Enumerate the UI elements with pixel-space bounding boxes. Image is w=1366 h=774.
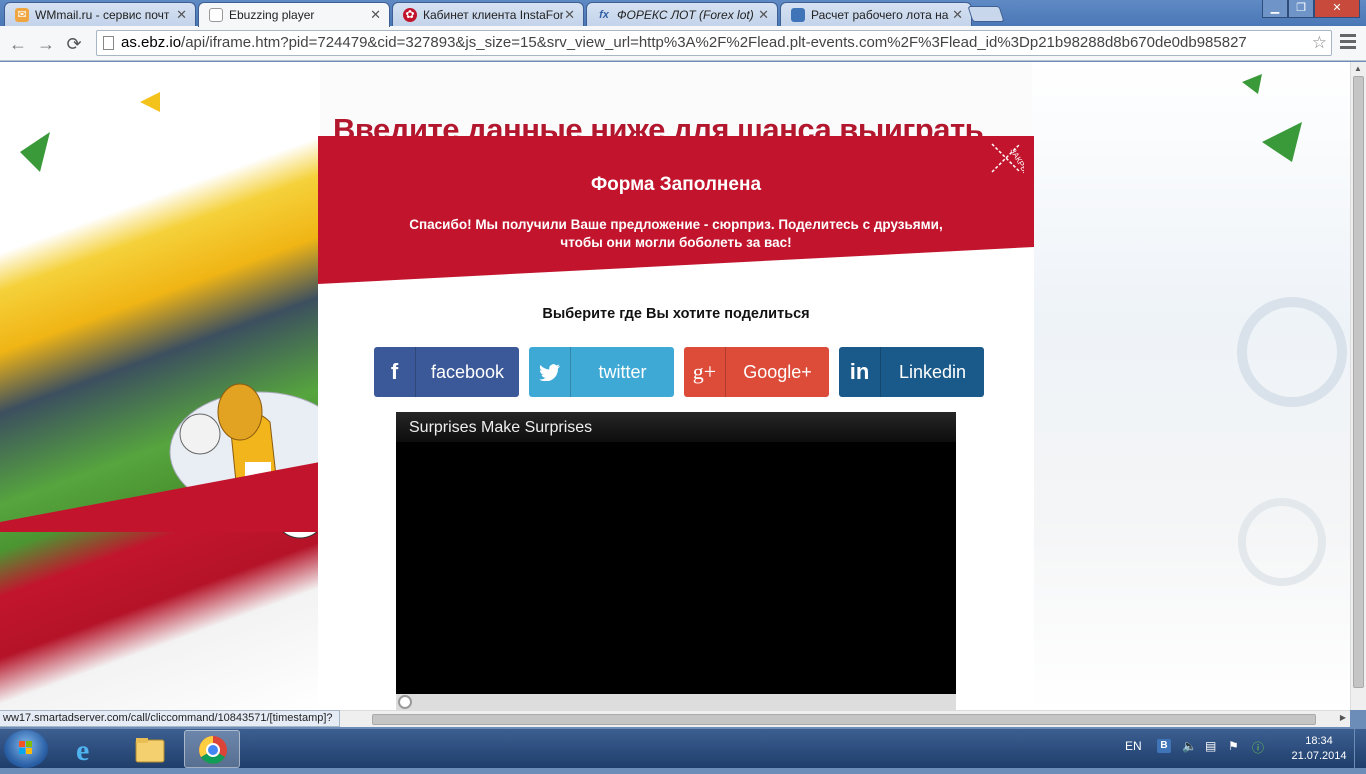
explorer-taskbar-button[interactable] — [122, 730, 178, 768]
folder-icon — [135, 738, 165, 763]
close-window-button[interactable]: ✕ — [1314, 0, 1360, 18]
doc-icon — [791, 8, 805, 22]
back-icon[interactable]: ← — [8, 34, 28, 55]
action-center-icon[interactable]: ⚑ — [1228, 739, 1239, 753]
form-message-line2: чтобы они могли боболеть за вас! — [560, 235, 792, 250]
tab-instaforex[interactable]: ✿ Кабинет клиента InstaFor ✕ — [392, 2, 584, 26]
chrome-icon — [199, 736, 227, 764]
success-banner: Форма Заполнена Спасибо! Мы получили Ваш… — [318, 136, 1034, 284]
form-title: Форма Заполнена — [590, 174, 762, 195]
close-tab-icon[interactable]: ✕ — [564, 7, 575, 23]
maximize-button[interactable]: ❐ — [1288, 0, 1314, 18]
facebook-label: facebook — [430, 362, 505, 382]
close-button[interactable]: ЗАКРЫТЬ — [988, 140, 1035, 183]
google-plus-icon: g+ — [684, 347, 726, 397]
close-tab-icon[interactable]: ✕ — [952, 7, 963, 23]
linkedin-label: Linkedin — [898, 362, 967, 382]
network-icon[interactable]: ▤ — [1205, 739, 1216, 753]
internet-explorer-taskbar-button[interactable]: e — [62, 730, 118, 768]
twitter-label: twitter — [598, 362, 647, 382]
bookmark-star-icon[interactable]: ☆ — [1312, 31, 1327, 55]
chrome-taskbar-button[interactable] — [184, 730, 240, 768]
close-tab-icon[interactable]: ✕ — [370, 7, 381, 23]
linkedin-icon: in — [839, 347, 881, 397]
internet-explorer-icon: e — [76, 734, 89, 767]
tab-label: ФОРЕКС ЛОТ (Forex lot) — [617, 8, 754, 22]
minimize-button[interactable]: ▁ — [1262, 0, 1288, 18]
world-cup-background-right — [1032, 62, 1350, 710]
close-icon: ЗАКРЫТЬ — [991, 143, 1035, 183]
facebook-share-button[interactable]: f facebook — [374, 347, 519, 397]
tab-lot-calc[interactable]: Расчет рабочего лота на ✕ — [780, 2, 972, 26]
video-seek-handle[interactable] — [398, 695, 412, 709]
tab-ebuzzing[interactable]: Ebuzzing player ✕ — [198, 2, 390, 27]
close-label: ЗАКРЫТЬ — [1008, 147, 1024, 177]
world-cup-background-left — [0, 62, 351, 710]
show-desktop-button[interactable] — [1354, 729, 1366, 769]
wmmail-icon: ✉ — [15, 8, 29, 22]
page-viewport: Введите данные ниже для шанса выиграть Ф… — [0, 62, 1350, 710]
google-plus-share-button[interactable]: g+ Google+ — [684, 347, 829, 397]
clock-time: 18:34 — [1305, 735, 1333, 747]
status-bubble: ww17.smartadserver.com/call/cliccommand/… — [0, 710, 340, 727]
tab-label: Кабинет клиента InstaFor — [423, 8, 563, 22]
tab-forex-lot[interactable]: fx ФОРЕКС ЛОТ (Forex lot) ✕ — [586, 2, 778, 26]
address-bar[interactable]: as.ebz.io/api/iframe.htm?pid=724479&cid=… — [96, 30, 1332, 56]
instaforex-icon: ✿ — [403, 8, 417, 22]
share-title: Выберите где Вы хотите поделиться — [542, 306, 810, 322]
page-icon — [103, 36, 114, 50]
video-progress-bar[interactable] — [396, 694, 956, 710]
forward-icon[interactable]: → — [36, 34, 56, 55]
vertical-scrollbar[interactable]: ▲ — [1350, 62, 1366, 710]
page-icon — [209, 8, 223, 22]
language-indicator[interactable]: EN — [1125, 739, 1142, 753]
url-host: as.ebz.io — [121, 34, 182, 51]
stadium-decoration-illustration — [1237, 74, 1347, 586]
tab-wmmail[interactable]: ✉ WMmail.ru - сервис почт ✕ — [4, 2, 196, 26]
horizontal-scroll-thumb[interactable] — [372, 714, 1316, 725]
start-button[interactable] — [4, 730, 48, 768]
tab-strip: ✉ WMmail.ru - сервис почт ✕ Ebuzzing pla… — [0, 0, 1366, 27]
new-tab-button[interactable] — [967, 6, 1005, 22]
tab-label: Расчет рабочего лота на — [811, 8, 949, 22]
tab-label: WMmail.ru - сервис почт — [35, 8, 170, 22]
svg-text:e: e — [76, 734, 89, 767]
tab-label: Ebuzzing player — [229, 8, 315, 22]
windows-logo-icon — [19, 741, 32, 754]
form-message: Спасибо! Мы получили Ваше предложение - … — [406, 216, 946, 252]
close-tab-icon[interactable]: ✕ — [176, 7, 187, 23]
vk-tray-icon[interactable]: В — [1157, 739, 1171, 753]
system-clock[interactable]: 18:34 21.07.2014 — [1288, 734, 1350, 764]
browser-toolbar: ← → ⟳ as.ebz.io/api/iframe.htm?pid=72447… — [0, 26, 1366, 61]
windows-taskbar: e EN В 🔈 ▤ ⚑ ⓘ 18:34 21.07.2014 — [0, 728, 1366, 769]
scroll-right-icon[interactable]: ▶ — [1340, 713, 1346, 722]
info-tray-icon[interactable]: ⓘ — [1252, 739, 1264, 756]
video-player[interactable]: Surprises Make Surprises — [396, 412, 956, 710]
facebook-icon: f — [374, 347, 416, 397]
google-plus-label: Google+ — [743, 362, 812, 382]
clock-date: 21.07.2014 — [1291, 750, 1347, 762]
url-path: /api/iframe.htm?pid=724479&cid=327893&js… — [181, 34, 1247, 51]
vertical-scroll-thumb[interactable] — [1353, 76, 1364, 688]
form-panel: Форма Заполнена Спасибо! Мы получили Ваш… — [318, 136, 1035, 710]
close-tab-icon[interactable]: ✕ — [758, 7, 769, 23]
twitter-share-button[interactable]: twitter — [529, 347, 674, 397]
volume-icon[interactable]: 🔈 — [1182, 739, 1197, 753]
reload-icon[interactable]: ⟳ — [64, 34, 84, 55]
linkedin-share-button[interactable]: in Linkedin — [839, 347, 984, 397]
stadium-mascot-illustration — [0, 92, 351, 539]
scroll-up-icon[interactable]: ▲ — [1354, 64, 1362, 73]
fx-icon: fx — [599, 9, 609, 21]
video-title: Surprises Make Surprises — [409, 419, 593, 436]
form-message-line1: Спасибо! Мы получили Ваше предложение - … — [409, 217, 943, 232]
chrome-menu-icon[interactable] — [1340, 34, 1356, 50]
twitter-icon — [529, 347, 571, 397]
